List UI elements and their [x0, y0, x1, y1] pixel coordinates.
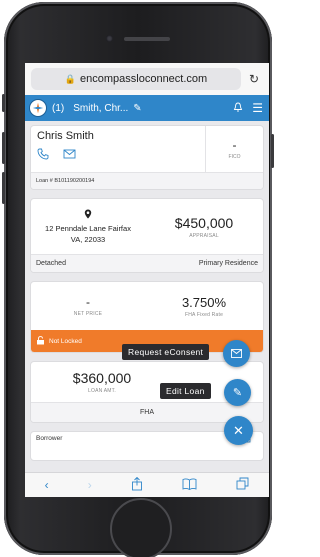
loan-summary: Chris Smith - FICO Loan # B101190200194 …	[25, 121, 269, 461]
edit-pencil-icon: ✎	[232, 387, 243, 399]
volume-up-button	[2, 132, 5, 164]
edit-pencil-icon[interactable]: ✎	[133, 103, 141, 114]
phone-screen: 🔒 encompassloconnect.com ↻ (1) Smith, Ch…	[25, 63, 269, 497]
front-camera	[106, 35, 113, 42]
hamburger-menu-icon[interactable]: ☰	[252, 101, 263, 115]
earpiece-speaker	[124, 37, 170, 41]
net-price-label: NET PRICE	[73, 311, 103, 317]
borrower-card[interactable]: Chris Smith - FICO Loan # B101190200194	[30, 125, 264, 190]
forward-icon[interactable]: ›	[88, 478, 92, 492]
rate-type-label: FHA Fixed Rate	[184, 311, 224, 318]
request-econsent-label[interactable]: Request eConsent	[122, 344, 210, 360]
edit-loan-button[interactable]: ✎	[224, 379, 251, 406]
reload-icon[interactable]: ↻	[245, 72, 263, 86]
loan-type: FHA	[140, 409, 154, 416]
power-button	[271, 134, 274, 168]
lock-status-icon	[36, 335, 45, 347]
browser-toolbar: ‹ ›	[25, 472, 269, 497]
app-header: (1) Smith, Chr... ✎ ☰	[25, 95, 269, 121]
property-type: Detached	[36, 260, 66, 267]
address-bar: 🔒 encompassloconnect.com ↻	[25, 63, 269, 95]
bookmarks-icon[interactable]	[182, 478, 197, 493]
compass-logo-icon[interactable]	[29, 99, 47, 117]
lock-icon: 🔒	[64, 73, 77, 84]
back-icon[interactable]: ‹	[45, 478, 49, 492]
property-card[interactable]: 12 Penndale Lane Fairfax VA, 22033 $450,…	[30, 198, 264, 273]
phone-icon[interactable]	[37, 148, 49, 163]
home-button[interactable]	[110, 498, 172, 557]
appraisal-value: $450,000	[174, 214, 234, 231]
location-pin-icon	[84, 209, 92, 222]
share-icon[interactable]	[131, 476, 143, 494]
silent-switch	[2, 94, 5, 112]
address-line-2: VA, 22033	[70, 234, 106, 244]
close-actions-button[interactable]: ✕	[224, 416, 253, 445]
lock-status-text: Not Locked	[49, 337, 82, 345]
address-line-1: 12 Penndale Lane Fairfax	[45, 223, 131, 233]
occupancy-type: Primary Residence	[198, 260, 258, 267]
fico-label: FICO	[228, 154, 241, 160]
edit-loan-label[interactable]: Edit Loan	[160, 383, 211, 399]
tabs-icon[interactable]	[236, 477, 249, 493]
fico-value: -	[232, 138, 237, 152]
loan-amount-value: $360,000	[72, 370, 132, 386]
close-icon: ✕	[233, 422, 244, 438]
url-field[interactable]: 🔒 encompassloconnect.com	[31, 68, 241, 90]
net-price-value: -	[86, 295, 90, 309]
loan-amount-label: LOAN AMT.	[88, 388, 116, 394]
url-text: encompassloconnect.com	[80, 73, 208, 85]
request-econsent-button[interactable]	[223, 340, 250, 367]
email-icon[interactable]	[63, 148, 76, 163]
borrower-full-name: Chris Smith	[37, 130, 94, 142]
volume-down-button	[2, 172, 5, 204]
loan-number: Loan # B101190200194	[31, 172, 263, 189]
appraisal-label: APPRAISAL	[189, 232, 219, 239]
bell-icon[interactable]	[233, 102, 243, 115]
borrower-name-header[interactable]: Smith, Chr...	[73, 103, 128, 114]
interest-rate: 3.750%	[181, 294, 227, 310]
borrower-section-label: Borrower	[36, 435, 63, 442]
loan-count[interactable]: (1)	[52, 103, 64, 114]
